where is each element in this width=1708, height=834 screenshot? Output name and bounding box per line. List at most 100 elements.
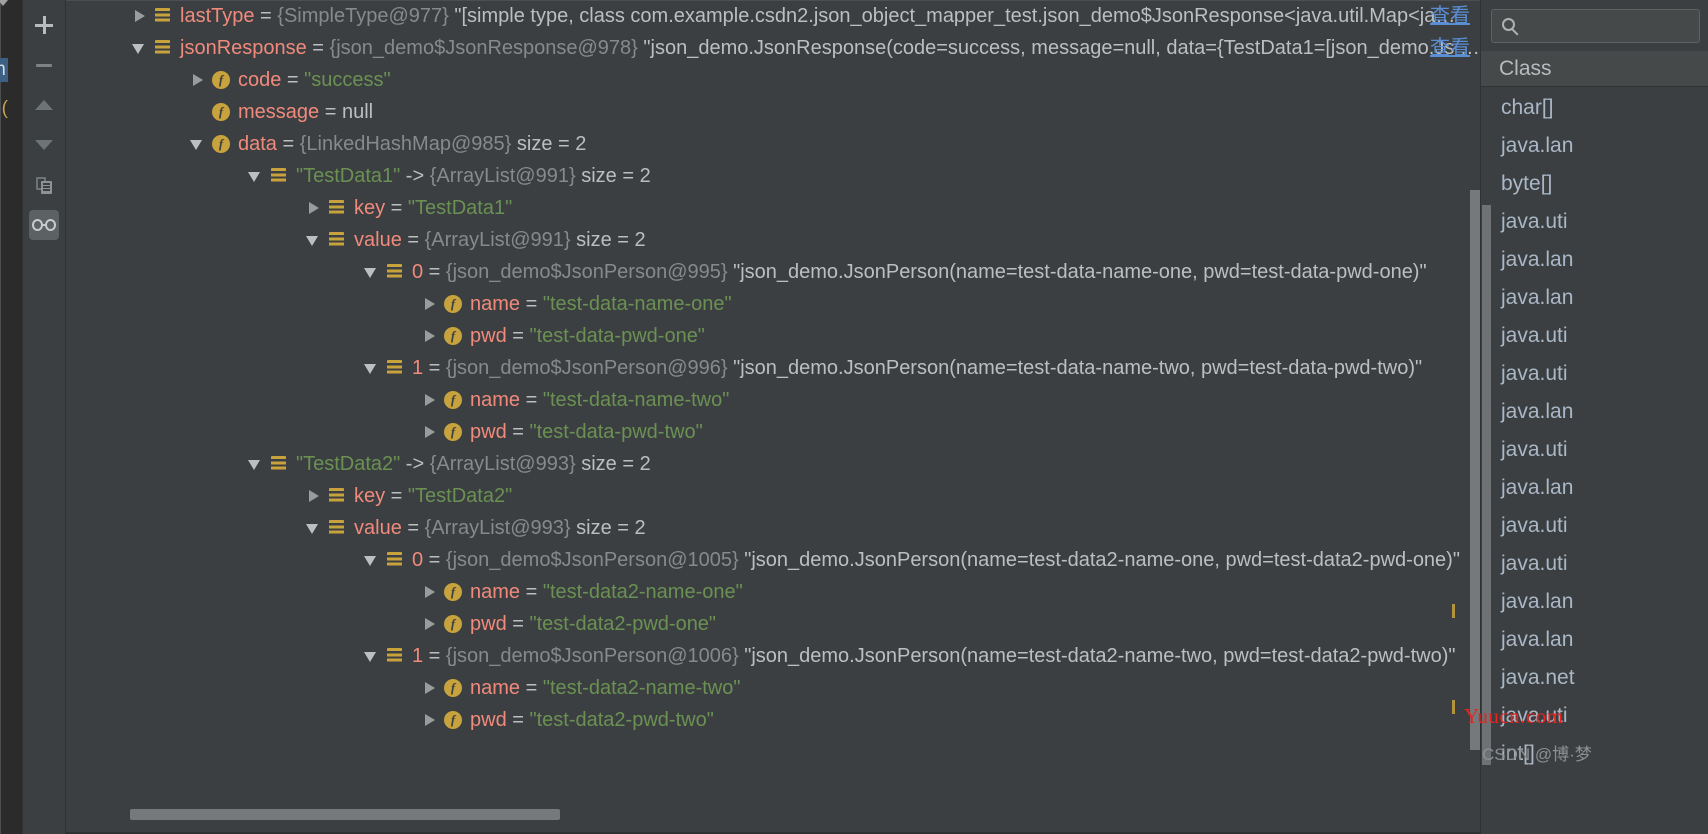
- class-list-item[interactable]: java.lan: [1481, 469, 1708, 507]
- tree-row[interactable]: 1 = {json_demo$JsonPerson@996} "json_dem…: [66, 352, 1480, 384]
- tree-row[interactable]: 1 = {json_demo$JsonPerson@1006} "json_de…: [66, 640, 1480, 672]
- chevron-right-icon[interactable]: [304, 480, 326, 512]
- tree-row[interactable]: data = {LinkedHashMap@985} size = 2: [66, 128, 1480, 160]
- variable-name: pwd: [470, 325, 507, 347]
- tree-row[interactable]: name = "test-data2-name-two": [66, 672, 1480, 704]
- map-arrow-operator: ->: [400, 453, 425, 475]
- view-value-link[interactable]: 查看: [1430, 32, 1470, 64]
- variable-name: key: [354, 197, 386, 219]
- variables-horizontal-scrollbar[interactable]: [130, 809, 1480, 820]
- tree-row[interactable]: message = null: [66, 96, 1480, 128]
- tree-row[interactable]: lastType = {SimpleType@977} "[simple typ…: [66, 0, 1480, 32]
- tree-row[interactable]: 0 = {json_demo$JsonPerson@995} "json_dem…: [66, 256, 1480, 288]
- variable-type: {SimpleType@977}: [271, 5, 449, 27]
- string-value: "test-data2-pwd-two": [523, 709, 714, 731]
- tree-row[interactable]: name = "test-data-name-one": [66, 288, 1480, 320]
- class-list-item[interactable]: java.lan: [1481, 621, 1708, 659]
- add-to-watches-button[interactable]: [29, 10, 59, 40]
- chevron-down-icon[interactable]: [130, 32, 152, 64]
- variable-name: name: [470, 581, 521, 603]
- tree-row[interactable]: name = "test-data-name-two": [66, 384, 1480, 416]
- tree-row[interactable]: key = "TestData1": [66, 192, 1480, 224]
- chevron-right-icon[interactable]: [130, 0, 152, 32]
- variable-type: {json_demo$JsonPerson@995}: [440, 261, 728, 283]
- variable-type: {json_demo$JsonPerson@1005}: [440, 549, 739, 571]
- view-value-link[interactable]: 查看: [1430, 0, 1470, 32]
- horizontal-scroll-thumb[interactable]: [130, 809, 560, 820]
- chevron-right-icon[interactable]: [420, 384, 442, 416]
- field-icon: [210, 128, 234, 160]
- field-icon: [442, 672, 466, 704]
- class-list-item[interactable]: java.lan: [1481, 583, 1708, 621]
- class-search-box[interactable]: [1491, 9, 1700, 43]
- string-value: "TestData1": [402, 197, 513, 219]
- chevron-right-icon[interactable]: [304, 192, 326, 224]
- tree-row[interactable]: value = {ArrayList@991} size = 2: [66, 224, 1480, 256]
- class-list-item[interactable]: java.lan: [1481, 279, 1708, 317]
- equals-sign: =: [506, 325, 524, 347]
- class-list-item[interactable]: java.uti: [1481, 697, 1708, 735]
- class-list-vertical-scrollbar[interactable]: [1482, 205, 1491, 765]
- tree-row[interactable]: 0 = {json_demo$JsonPerson@1005} "json_de…: [66, 544, 1480, 576]
- equals-sign: =: [520, 389, 538, 411]
- chevron-right-icon[interactable]: [188, 64, 210, 96]
- node-icon: [268, 448, 292, 480]
- tree-row[interactable]: jsonResponse = {json_demo$JsonResponse@9…: [66, 32, 1480, 64]
- chevron-down-icon[interactable]: [246, 160, 268, 192]
- debugger-toolbar: [22, 0, 66, 834]
- chevron-down-icon[interactable]: [362, 256, 384, 288]
- variable-type: {json_demo$JsonResponse@978}: [324, 37, 638, 59]
- class-list-item[interactable]: java.uti: [1481, 507, 1708, 545]
- class-list-item[interactable]: java.uti: [1481, 545, 1708, 583]
- chevron-down-icon[interactable]: [362, 352, 384, 384]
- chevron-down-icon[interactable]: [304, 512, 326, 544]
- class-list[interactable]: char[] java.lan byte[] java.uti java.lan java…: [1481, 87, 1708, 773]
- class-list-item[interactable]: char[]: [1481, 89, 1708, 127]
- inspect-toggle-button[interactable]: [29, 210, 59, 240]
- chevron-right-icon[interactable]: [420, 320, 442, 352]
- move-watch-up-button[interactable]: [29, 90, 59, 120]
- class-list-item[interactable]: java.uti: [1481, 317, 1708, 355]
- chevron-down-icon[interactable]: [188, 128, 210, 160]
- copy-value-button[interactable]: [29, 170, 59, 200]
- chevron-down-icon[interactable]: [246, 448, 268, 480]
- chevron-right-icon[interactable]: [420, 608, 442, 640]
- tree-row[interactable]: pwd = "test-data-pwd-two": [66, 416, 1480, 448]
- chevron-right-icon[interactable]: [420, 288, 442, 320]
- variable-name: data: [238, 133, 277, 155]
- collection-size: size = 2: [511, 133, 587, 155]
- class-list-item[interactable]: byte[]: [1481, 165, 1708, 203]
- chevron-down-icon[interactable]: [362, 640, 384, 672]
- class-list-item[interactable]: java.uti: [1481, 431, 1708, 469]
- tree-row[interactable]: pwd = "test-data-pwd-one": [66, 320, 1480, 352]
- class-list-item[interactable]: java.net: [1481, 659, 1708, 697]
- chevron-right-icon[interactable]: [420, 416, 442, 448]
- variables-vertical-scrollbar[interactable]: [1470, 190, 1480, 750]
- node-icon: [326, 192, 350, 224]
- move-watch-down-button[interactable]: [29, 130, 59, 160]
- tree-row[interactable]: pwd = "test-data2-pwd-one": [66, 608, 1480, 640]
- tree-row[interactable]: key = "TestData2": [66, 480, 1480, 512]
- class-list-item[interactable]: java.lan: [1481, 241, 1708, 279]
- to-string-value: "json_demo.JsonPerson(name=test-data-nam…: [727, 357, 1423, 379]
- tree-row[interactable]: pwd = "test-data2-pwd-two": [66, 704, 1480, 736]
- class-list-item[interactable]: int[]: [1481, 735, 1708, 773]
- chevron-down-icon[interactable]: [304, 224, 326, 256]
- chevron-right-icon[interactable]: [420, 672, 442, 704]
- tree-row[interactable]: "TestData1" -> {ArrayList@991} size = 2: [66, 160, 1480, 192]
- tree-row[interactable]: name = "test-data2-name-one": [66, 576, 1480, 608]
- chevron-right-icon[interactable]: [420, 704, 442, 736]
- variables-tree[interactable]: lastType = {SimpleType@977} "[simple typ…: [66, 0, 1480, 746]
- tree-row[interactable]: value = {ArrayList@993} size = 2: [66, 512, 1480, 544]
- tree-row[interactable]: "TestData2" -> {ArrayList@993} size = 2: [66, 448, 1480, 480]
- chevron-right-icon[interactable]: [420, 576, 442, 608]
- class-list-item[interactable]: java.uti: [1481, 355, 1708, 393]
- class-list-item[interactable]: java.lan: [1481, 393, 1708, 431]
- class-list-item[interactable]: java.lan: [1481, 127, 1708, 165]
- remove-watch-button[interactable]: [29, 50, 59, 80]
- variable-name: message: [238, 101, 320, 123]
- node-icon: [268, 160, 292, 192]
- chevron-down-icon[interactable]: [362, 544, 384, 576]
- class-list-item[interactable]: java.uti: [1481, 203, 1708, 241]
- tree-row[interactable]: code = "success": [66, 64, 1480, 96]
